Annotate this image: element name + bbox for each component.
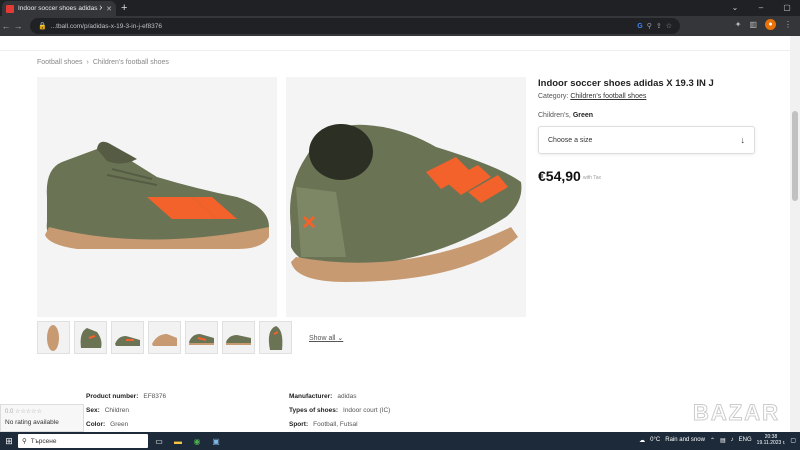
spec-value: Indoor court (IC) <box>343 407 391 414</box>
close-tab-icon[interactable]: ✕ <box>106 5 112 13</box>
notification-icon[interactable]: ▢ <box>790 437 796 444</box>
category-label: Category: <box>538 93 569 100</box>
spec-label: Product number: <box>86 393 139 400</box>
thumbnail-7[interactable] <box>259 321 292 354</box>
page-scrollbar[interactable] <box>790 36 800 432</box>
thumbnail-6[interactable] <box>222 321 255 354</box>
new-tab-icon[interactable]: + <box>121 1 127 15</box>
breadcrumb-separator-icon: › <box>86 59 89 66</box>
size-select[interactable]: Choose a size ↓ <box>538 126 755 154</box>
page-content: Football shoes › Children's football sho… <box>0 36 790 432</box>
rating-text: No rating available <box>5 419 59 426</box>
zoom-icon[interactable]: ⚲ <box>647 22 652 30</box>
thumbnail-2[interactable] <box>74 321 107 354</box>
show-all-link[interactable]: Show all ⌄ <box>309 334 343 342</box>
scrollbar-thumb[interactable] <box>792 111 798 201</box>
tax-note: with Tax <box>583 175 601 181</box>
back-icon[interactable]: ← <box>0 21 12 31</box>
minimize-icon[interactable]: – <box>748 0 774 16</box>
size-select-placeholder: Choose a size <box>548 136 593 144</box>
spec-label: Sex: <box>86 407 100 414</box>
tray-chevron-icon[interactable]: ⌃ <box>710 437 715 444</box>
spec-value: Green <box>110 421 129 428</box>
spec-sex: Sex: Children <box>86 407 129 414</box>
google-icon[interactable]: G <box>637 23 642 30</box>
bazar-watermark-logo: BAZAR <box>693 400 780 426</box>
breadcrumb: Football shoes › Children's football sho… <box>37 59 169 66</box>
bookmark-star-icon[interactable]: ☆ <box>666 22 672 30</box>
volume-icon[interactable]: ♪ <box>731 437 734 443</box>
rating-widget[interactable]: 0.0 ☆☆☆☆☆ No rating available <box>0 404 84 432</box>
weather-text: Rain and snow <box>665 437 705 443</box>
taskbar-search-placeholder: Търсене <box>30 437 57 445</box>
spec-product-number: Product number: EF8376 <box>86 393 166 400</box>
windows-start-icon[interactable]: ⊞ <box>0 436 18 447</box>
extensions-icon[interactable]: ✦ <box>735 20 742 29</box>
breadcrumb-item[interactable]: Football shoes <box>37 59 83 66</box>
network-icon[interactable]: ▤ <box>720 437 726 444</box>
arrow-down-icon: ↓ <box>740 135 746 145</box>
weather-temp: 0°C <box>650 437 661 443</box>
spec-value: Football, Futsal <box>313 421 358 428</box>
sidepanel-icon[interactable]: ▥ <box>749 20 757 29</box>
thumbnail-5[interactable] <box>185 321 218 354</box>
maximize-icon[interactable]: ▢ <box>774 0 800 16</box>
weather-icon: ☁ <box>639 437 646 444</box>
search-icon: ⚲ <box>22 438 27 445</box>
spec-value: Children <box>104 407 129 414</box>
spec-label: Manufacturer: <box>289 393 333 400</box>
variant-label: Children's, <box>538 112 571 119</box>
taskbar-search[interactable]: ⚲ Търсене <box>18 434 148 448</box>
tab-title: Indoor soccer shoes adidas X 19 <box>18 5 103 12</box>
spec-value: EF8376 <box>143 393 167 400</box>
task-view-icon[interactable]: ▭ <box>151 434 167 448</box>
spec-value: adidas <box>337 393 357 400</box>
rating-score: 0.0 <box>5 409 14 415</box>
thumbnail-4[interactable] <box>148 321 181 354</box>
app-icon[interactable]: ▣ <box>208 434 224 448</box>
product-price: €54,90 <box>538 168 581 184</box>
breadcrumb-item[interactable]: Children's football shoes <box>93 59 169 66</box>
category-link[interactable]: Children's football shoes <box>570 93 646 100</box>
chevron-down-icon[interactable]: ⌄ <box>722 0 748 16</box>
rating-stars: 0.0 ☆☆☆☆☆ <box>5 409 42 415</box>
spec-label: Sport: <box>289 421 309 428</box>
product-variant: Children's, Green <box>538 112 593 119</box>
show-all-label: Show all <box>309 335 336 342</box>
product-title: Indoor soccer shoes adidas X 19.3 IN J <box>538 78 714 89</box>
windows-taskbar: ⊞ ⚲ Търсене ▭ ▬ ◉ ▣ ☁ 0°C Rain and snow … <box>0 432 800 450</box>
spec-sport: Sport: Football, Futsal <box>289 421 358 428</box>
url-text: ...tball.com/p/adidas-x-19-3-in-j-ef8376 <box>50 22 162 30</box>
profile-avatar[interactable]: ● <box>765 19 776 30</box>
thumbnail-1[interactable] <box>37 321 70 354</box>
variant-value: Green <box>572 112 594 119</box>
language-indicator[interactable]: ENG <box>739 437 752 443</box>
lock-icon[interactable]: 🔒 <box>38 22 47 30</box>
browser-tab[interactable]: Indoor soccer shoes adidas X 19 ✕ <box>2 1 116 16</box>
clock[interactable]: 20:38 19.11.2023 г. <box>757 434 786 446</box>
tab-strip: Indoor soccer shoes adidas X 19 ✕ + ⌄ – … <box>0 0 800 16</box>
browser-toolbar: ← → 🔒 ...tball.com/p/adidas-x-19-3-in-j-… <box>0 16 800 36</box>
product-image-secondary[interactable] <box>286 77 526 317</box>
share-icon[interactable]: ⇪ <box>656 22 662 30</box>
chrome-icon[interactable]: ◉ <box>189 434 205 448</box>
file-explorer-icon[interactable]: ▬ <box>170 434 186 448</box>
chevron-down-icon: ⌄ <box>337 335 344 342</box>
spec-manufacturer: Manufacturer: adidas <box>289 393 357 400</box>
forward-icon[interactable]: → <box>12 21 24 31</box>
menu-icon[interactable]: ⋮ <box>784 20 792 29</box>
clock-date: 19.11.2023 г. <box>756 440 786 446</box>
product-image-main[interactable] <box>37 77 277 317</box>
thumbnail-3[interactable] <box>111 321 144 354</box>
address-bar[interactable]: 🔒 ...tball.com/p/adidas-x-19-3-in-j-ef83… <box>30 18 680 34</box>
spec-label: Types of shoes: <box>289 407 339 414</box>
spec-color: Color: Green <box>86 421 128 428</box>
site-favicon-icon <box>6 4 14 13</box>
spec-label: Color: <box>86 421 106 428</box>
thumbnail-strip <box>37 321 292 354</box>
system-tray: ☁ 0°C Rain and snow ⌃ ▤ ♪ ENG 20:38 19.1… <box>639 434 796 446</box>
product-category: Category: Children's football shoes <box>538 93 646 100</box>
header-divider <box>0 50 790 51</box>
spec-types: Types of shoes: Indoor court (IC) <box>289 407 390 414</box>
